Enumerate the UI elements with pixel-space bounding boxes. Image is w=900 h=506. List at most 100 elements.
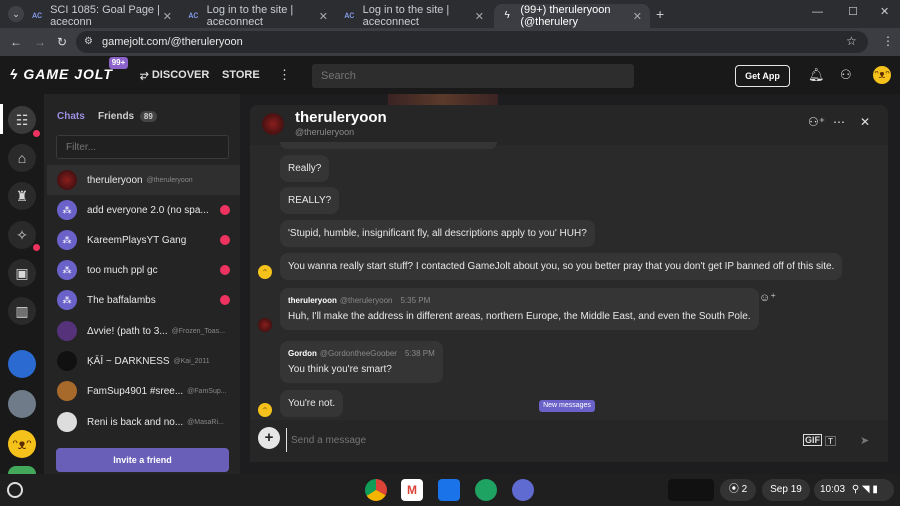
avatar [57, 381, 77, 401]
message-bubble: You're not. [280, 390, 344, 417]
files-icon[interactable] [438, 479, 460, 501]
reload-icon[interactable]: ↻ [57, 35, 67, 49]
activity-icon[interactable]: ⚇ [840, 67, 852, 83]
community-avatar[interactable]: ᵔᴥᵔ [8, 430, 36, 458]
get-app-button[interactable]: Get App [735, 65, 790, 87]
unread-dot [220, 235, 230, 245]
community-avatar[interactable] [8, 466, 36, 474]
library-icon[interactable]: ▥ [8, 297, 36, 325]
nav-store[interactable]: STORE [222, 69, 260, 81]
gamejolt-bolt-icon: ϟ [10, 66, 24, 82]
close-icon[interactable]: ✕ [633, 10, 642, 23]
close-icon[interactable]: ✕ [860, 115, 870, 129]
screen-capture-thumbnail[interactable] [668, 479, 714, 501]
chat-list-item[interactable]: Δvvie! (path to 3... @Frozen_Toas... [47, 316, 240, 346]
backpack-icon[interactable]: ♜ [8, 182, 36, 210]
add-reaction-icon[interactable]: ☺⁺ [759, 291, 776, 304]
close-icon[interactable]: ✕ [319, 10, 328, 23]
add-attachment-button[interactable]: + [258, 427, 280, 449]
bell-icon[interactable]: 🔔︎ [808, 67, 825, 83]
back-icon[interactable]: ← [10, 35, 22, 49]
browser-menu-icon[interactable]: ⋮ [882, 34, 894, 48]
gamejolt-icon: ϟ [504, 10, 510, 21]
message-bubble: Gordon @GordontheeGoober 5:38 PM You think… [280, 341, 443, 383]
maximize-icon[interactable]: ☐ [848, 5, 858, 18]
gif-icon[interactable]: GIF [803, 434, 822, 446]
chat-list-item[interactable]: ⁂ KareemPlaysYT Gang [47, 225, 240, 255]
chat-list-item[interactable]: ⁂ The baffalambs [47, 285, 240, 315]
chat-handle: @theruleryoon [295, 127, 355, 137]
text-format-icon[interactable]: 🅃︎ [825, 433, 836, 449]
avatar [57, 351, 77, 371]
community-avatar[interactable] [8, 390, 36, 418]
chat-list-item[interactable]: Reni is back and no... @MasaRi... [47, 407, 240, 437]
chat-list-item[interactable]: theruleryoon @theruleryoon [47, 165, 240, 195]
settings-icon[interactable] [512, 479, 534, 501]
site-info-icon[interactable]: ⚙ [84, 36, 93, 47]
nav-discover[interactable]: ⥂ DISCOVER [140, 69, 209, 82]
new-messages-pill[interactable]: New messages [539, 400, 595, 412]
more-menu-icon[interactable]: ⋮ [278, 67, 291, 83]
browser-tab-1[interactable]: ᴀᴄ SCI 1085: Goal Page | aceconn ✕ [24, 4, 180, 28]
notification-count-badge: 99+ [109, 57, 128, 69]
search-input[interactable] [312, 64, 634, 88]
browser-tab-title: Log in to the site | aceconnect [206, 4, 294, 28]
ac-icon: ᴀᴄ [32, 10, 43, 21]
group-chat-icon: ⁂ [57, 290, 77, 310]
sender-avatar[interactable] [258, 318, 272, 332]
chat-list-item[interactable]: ⁂ too much ppl gc [47, 255, 240, 285]
tab-search-icon[interactable]: ⌄ [8, 6, 24, 22]
address-bar[interactable]: gamejolt.com/@theruleryoon [76, 31, 868, 53]
more-options-icon[interactable]: ⋯ [833, 115, 845, 129]
notification-tray[interactable]: ⦿ 2 [720, 479, 756, 501]
message-bubble-partial [280, 142, 497, 149]
add-member-icon[interactable]: ⚇⁺ [808, 115, 825, 129]
browser-tab-title: (99+) theruleryoon (@therulery [520, 4, 611, 28]
unread-dot [220, 265, 230, 275]
filter-input[interactable] [56, 135, 229, 159]
browser-tab-2[interactable]: ᴀᴄ Log in to the site | aceconnect ✕ [180, 4, 336, 28]
friends-count-badge: 89 [139, 111, 157, 122]
chat-avatar[interactable] [262, 113, 284, 135]
user-avatar[interactable]: ᵔᴥᵔ [873, 66, 891, 84]
sender-avatar[interactable]: ᵔ [258, 265, 272, 279]
ac-icon: ᴀᴄ [188, 10, 199, 21]
new-tab-icon[interactable]: + [656, 6, 664, 22]
status-tray[interactable]: 10:03 ⚲ ◥ ▮ [814, 479, 894, 501]
invite-friend-button[interactable]: Invite a friend [56, 448, 229, 472]
sender-avatar[interactable]: ᵔ [258, 403, 272, 417]
minimize-icon[interactable]: — [812, 6, 823, 18]
unread-dot [33, 244, 40, 251]
quests-icon[interactable]: ✧ [8, 221, 36, 249]
chat-list-item[interactable]: ⁂ add everyone 2.0 (no spa... [47, 195, 240, 225]
group-chat-icon: ⁂ [57, 200, 77, 220]
chat-list-item[interactable]: FamSup4901 #sree... @FamSup... [47, 376, 240, 406]
message-input[interactable] [286, 428, 846, 452]
gmail-icon[interactable]: M [401, 479, 423, 501]
send-icon[interactable]: ➤ [860, 434, 869, 447]
ac-icon: ᴀᴄ [344, 10, 355, 21]
message-bubble: Really? [280, 155, 330, 182]
browser-tab-3[interactable]: ᴀᴄ Log in to the site | aceconnect ✕ [336, 4, 492, 28]
shop-icon[interactable]: ▣ [8, 259, 36, 287]
browser-tab-4-active[interactable]: ϟ (99+) theruleryoon (@therulery ✕ [494, 4, 650, 28]
close-icon[interactable]: ✕ [475, 10, 484, 23]
launcher-icon[interactable] [7, 482, 23, 498]
gamejolt-logo[interactable]: ϟ GAME JOLT [10, 66, 113, 82]
messages-icon[interactable] [475, 479, 497, 501]
browser-tab-title: Log in to the site | aceconnect [362, 4, 450, 28]
tab-friends[interactable]: Friends 89 [98, 111, 157, 122]
bookmark-star-icon[interactable]: ☆ [846, 34, 857, 48]
message-bubble: theruleryoon @theruleryoon 5:35 PM Huh, I'… [280, 288, 759, 330]
close-icon[interactable]: ✕ [163, 10, 172, 23]
chat-title[interactable]: theruleryoon [295, 109, 387, 126]
close-window-icon[interactable]: ✕ [880, 5, 889, 18]
chrome-icon[interactable] [365, 479, 387, 501]
store-icon[interactable]: ⌂ [8, 144, 36, 172]
community-avatar[interactable] [8, 350, 36, 378]
tab-chats[interactable]: Chats [57, 111, 85, 122]
chat-list-item[interactable]: ĶĀĪ ~ DARKNESS @Kai_2011 [47, 346, 240, 376]
forward-icon[interactable]: → [34, 35, 46, 49]
chat-icon[interactable]: ☷ [8, 106, 36, 134]
date-display[interactable]: Sep 19 [762, 479, 810, 501]
